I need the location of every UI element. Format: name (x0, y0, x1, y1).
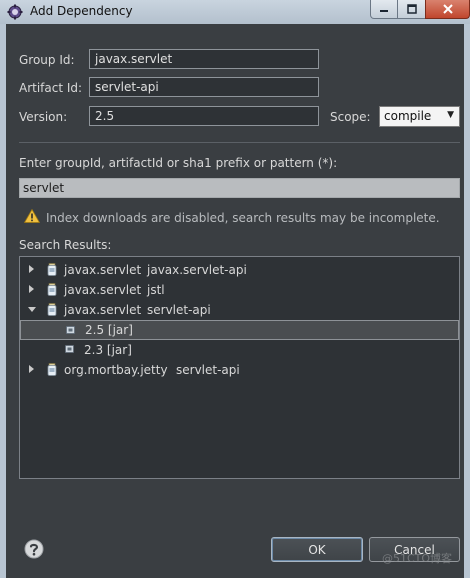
scope-label: Scope: (330, 110, 371, 124)
artifact-id-label: Artifact Id: (19, 81, 83, 95)
version-label: 2.3 [jar] (84, 343, 132, 357)
eclipse-gear-icon (7, 4, 23, 20)
close-button[interactable] (425, 0, 470, 19)
group-id-label: Group Id: (19, 53, 75, 67)
result-group-id: org.mortbay.jetty (64, 363, 168, 377)
tree-row-version-2-3[interactable]: 2.3 [jar] (20, 340, 459, 360)
version-label: 2.5 [jar] (85, 323, 133, 337)
tree-row-jstl[interactable]: javax.servlet jstl (20, 280, 459, 300)
tree-row-version-2-5[interactable]: 2.5 [jar] (20, 320, 459, 340)
result-artifact-id: javax.servlet-api (147, 263, 247, 277)
separator (19, 142, 460, 143)
expand-arrow-icon[interactable] (29, 265, 34, 273)
warning-triangle-icon (24, 209, 40, 223)
search-prompt-label: Enter groupId, artifactId or sha1 prefix… (19, 156, 338, 170)
result-group-id: javax.servlet (64, 303, 142, 317)
version-chip-icon (66, 326, 75, 334)
search-results-label: Search Results: (19, 238, 112, 252)
maximize-icon (406, 4, 417, 14)
jar-icon (47, 263, 57, 276)
title-bar: Add Dependency (0, 0, 470, 25)
close-icon (442, 4, 453, 14)
search-results-tree[interactable]: javax.servlet javax.servlet-api javax.se… (19, 256, 460, 479)
result-group-id: javax.servlet (64, 263, 142, 277)
artifact-id-field[interactable]: servlet-api (89, 77, 319, 97)
maximize-button[interactable] (397, 0, 426, 19)
dropdown-arrow-icon: ▼ (447, 110, 454, 120)
result-artifact-id: servlet-api (147, 303, 211, 317)
version-field[interactable]: 2.5 (89, 106, 319, 126)
scope-value: compile (384, 109, 432, 123)
watermark: @51CTO博客 (382, 552, 453, 565)
help-question-icon[interactable] (24, 539, 44, 559)
index-warning-text: Index downloads are disabled, search res… (46, 211, 440, 225)
tree-row-servlet-api[interactable]: javax.servlet servlet-api (20, 300, 459, 320)
jar-icon (47, 303, 57, 316)
minimize-icon (380, 10, 388, 12)
window-title: Add Dependency (30, 4, 133, 18)
window-frame-right (464, 24, 470, 578)
jar-icon (47, 363, 57, 376)
scope-select[interactable]: compile ▼ (379, 106, 460, 127)
group-id-field[interactable]: javax.servlet (89, 49, 319, 69)
ok-button[interactable]: OK (271, 537, 363, 562)
result-group-id: javax.servlet (64, 283, 142, 297)
version-chip-icon (65, 345, 74, 353)
result-artifact-id: jstl (147, 283, 165, 297)
search-pattern-input[interactable]: servlet (19, 178, 460, 198)
expand-arrow-icon[interactable] (29, 365, 34, 373)
jar-icon (47, 283, 57, 296)
minimize-button[interactable] (370, 0, 398, 19)
result-artifact-id: servlet-api (176, 363, 240, 377)
tree-row-mortbay-servlet-api[interactable]: org.mortbay.jetty servlet-api (20, 360, 459, 380)
expand-arrow-icon[interactable] (29, 285, 34, 293)
version-label: Version: (19, 110, 68, 124)
collapse-arrow-icon[interactable] (28, 307, 36, 312)
tree-row-javax-servlet-api[interactable]: javax.servlet javax.servlet-api (20, 260, 459, 280)
